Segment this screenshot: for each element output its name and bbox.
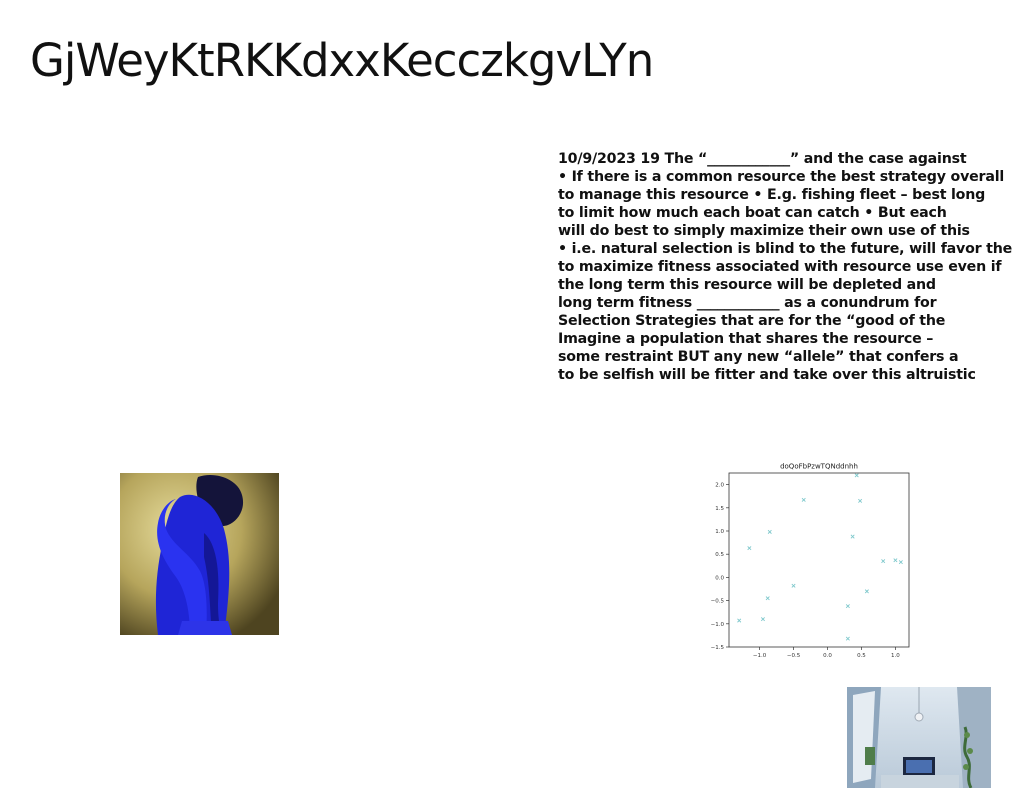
y-tick-label: −1.0 bbox=[711, 622, 725, 628]
text-line: to limit how much each boat can catch • … bbox=[558, 205, 947, 221]
text-line: will do best to simply maximize their ow… bbox=[558, 223, 970, 239]
text-line: Selection Strategies that are for the “g… bbox=[558, 313, 946, 329]
y-tick-label: 1.0 bbox=[715, 529, 724, 535]
x-tick-label: −1.0 bbox=[753, 653, 767, 658]
y-tick-label: −1.5 bbox=[711, 645, 725, 651]
x-tick-label: 0.5 bbox=[857, 653, 866, 658]
y-tick-label: 0.5 bbox=[715, 552, 724, 558]
text-line: 10/9/2023 19 The “____________” and the … bbox=[558, 151, 967, 167]
chart-title: doQoFbPzwTQNddnhh bbox=[780, 463, 858, 471]
person-photo bbox=[120, 473, 279, 635]
x-tick-label: 0.0 bbox=[823, 653, 832, 658]
y-tick-label: 2.0 bbox=[715, 483, 724, 489]
scatter-chart: doQoFbPzwTQNddnhh −1.0 −0.5 0.0 0.5 1.0 −1.5… bbox=[711, 463, 910, 658]
text-line: the long term this resource will be depl… bbox=[558, 277, 936, 293]
page-title: GjWeyKtRKKdxxKecczkgvLYn bbox=[30, 34, 654, 87]
y-tick-label: 0.0 bbox=[715, 575, 724, 581]
text-block: 10/9/2023 19 The “____________” and the … bbox=[558, 150, 1024, 384]
x-tick-label: 1.0 bbox=[891, 653, 900, 658]
text-line: Imagine a population that shares the res… bbox=[558, 331, 934, 347]
x-tick-label: −0.5 bbox=[787, 653, 801, 658]
text-line: • If there is a common resource the best… bbox=[558, 169, 1005, 185]
y-tick-label: −0.5 bbox=[711, 599, 725, 605]
room-photo bbox=[847, 687, 991, 788]
text-line: • i.e. natural selection is blind to the… bbox=[558, 241, 1013, 257]
y-axis: −1.5 −1.0 −0.5 0.0 0.5 1.0 1.5 2.0 bbox=[711, 483, 729, 651]
text-line: to maximize fitness associated with reso… bbox=[558, 259, 1002, 275]
text-line: some restraint BUT any new “allele” that… bbox=[558, 349, 959, 365]
x-axis: −1.0 −0.5 0.0 0.5 1.0 bbox=[753, 647, 900, 658]
text-line: to manage this resource • E.g. fishing f… bbox=[558, 187, 986, 203]
y-tick-label: 1.5 bbox=[715, 506, 724, 512]
text-line: long term fitness ____________ as a conu… bbox=[558, 295, 937, 311]
text-line: to be selfish will be fitter and take ov… bbox=[558, 367, 976, 383]
